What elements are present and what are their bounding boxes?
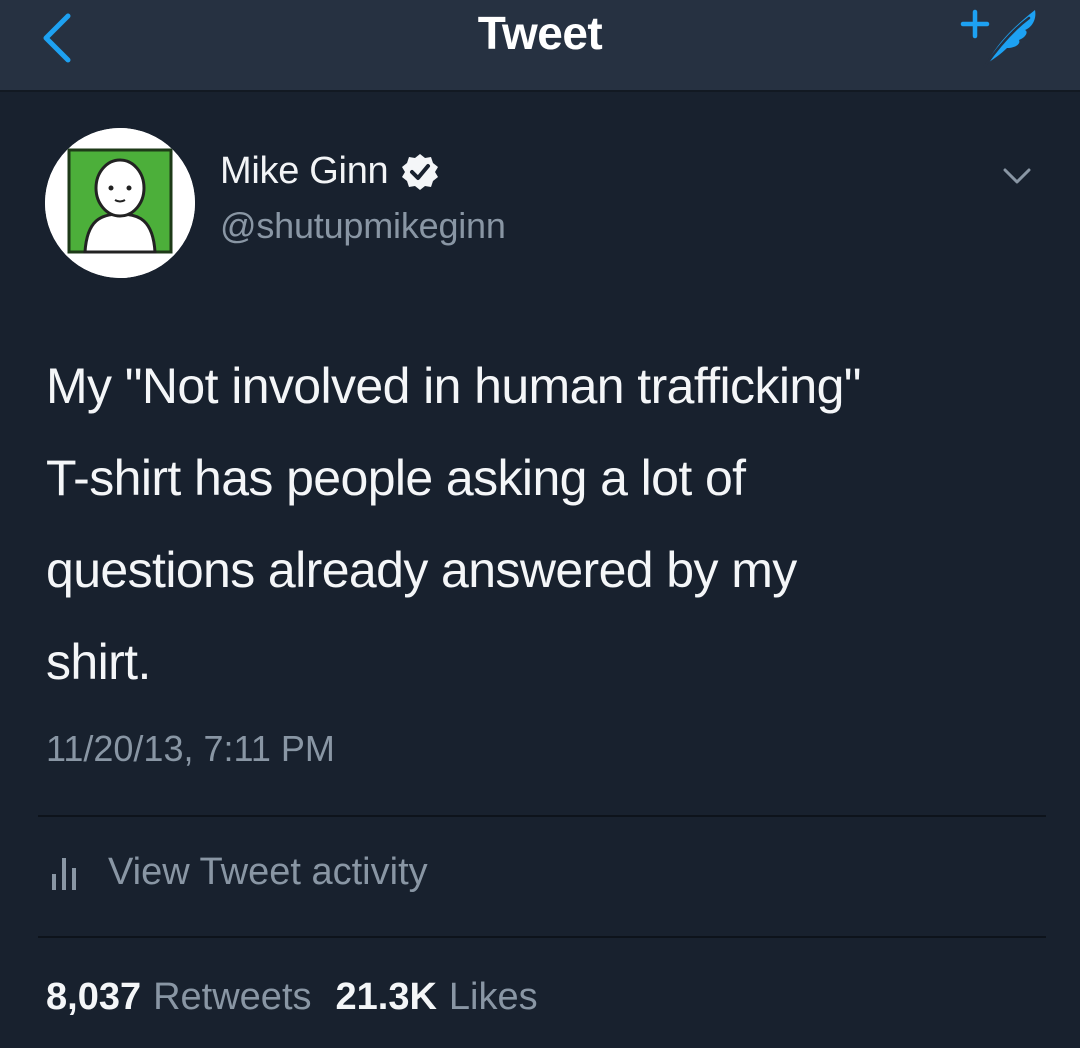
nav-bar: Tweet <box>0 0 1080 92</box>
tweet-text-line: My "Not involved in human trafficking" <box>46 358 862 414</box>
divider <box>38 815 1046 817</box>
tweet-timestamp: 11/20/13, 7:11 PM <box>46 728 335 769</box>
tweet-text-line: T-shirt has people asking a lot of <box>46 450 746 506</box>
tweet-text-line: shirt. <box>46 634 151 690</box>
tweet-stats: 8,037 Retweets 21.3K Likes <box>46 976 538 1019</box>
verified-badge-icon <box>402 153 439 190</box>
tweet-text-line: questions already answered by my <box>46 542 797 598</box>
tweet-text: My "Not involved in human trafficking" T… <box>46 340 1046 708</box>
view-tweet-activity-label: View Tweet activity <box>108 850 428 893</box>
retweets-count: 8,037 <box>46 976 142 1018</box>
likes-label: Likes <box>448 976 538 1018</box>
bar-chart-icon <box>52 858 76 890</box>
compose-tweet-button[interactable] <box>955 2 1045 72</box>
retweets-stat[interactable]: 8,037 Retweets <box>46 976 312 1019</box>
compose-tweet-icon <box>960 9 1036 68</box>
tweet-detail-screen: Tweet Mike Ginn @shutupmikeginn My "Not … <box>0 0 1080 1048</box>
author-handle: @shutupmikeginn <box>220 205 506 246</box>
avatar[interactable] <box>45 128 195 278</box>
author-name[interactable]: Mike Ginn <box>220 150 440 193</box>
likes-count: 21.3K <box>335 976 437 1018</box>
avatar-image <box>45 128 195 278</box>
tweet-options-button[interactable] <box>995 160 1039 194</box>
divider <box>38 936 1046 938</box>
author-name-text: Mike Ginn <box>220 150 389 192</box>
likes-stat[interactable]: 21.3K Likes <box>336 976 538 1019</box>
retweets-label: Retweets <box>153 976 312 1018</box>
page-title: Tweet <box>477 7 603 59</box>
view-tweet-activity-button[interactable]: View Tweet activity <box>46 850 428 894</box>
chevron-down-icon <box>1003 168 1031 184</box>
